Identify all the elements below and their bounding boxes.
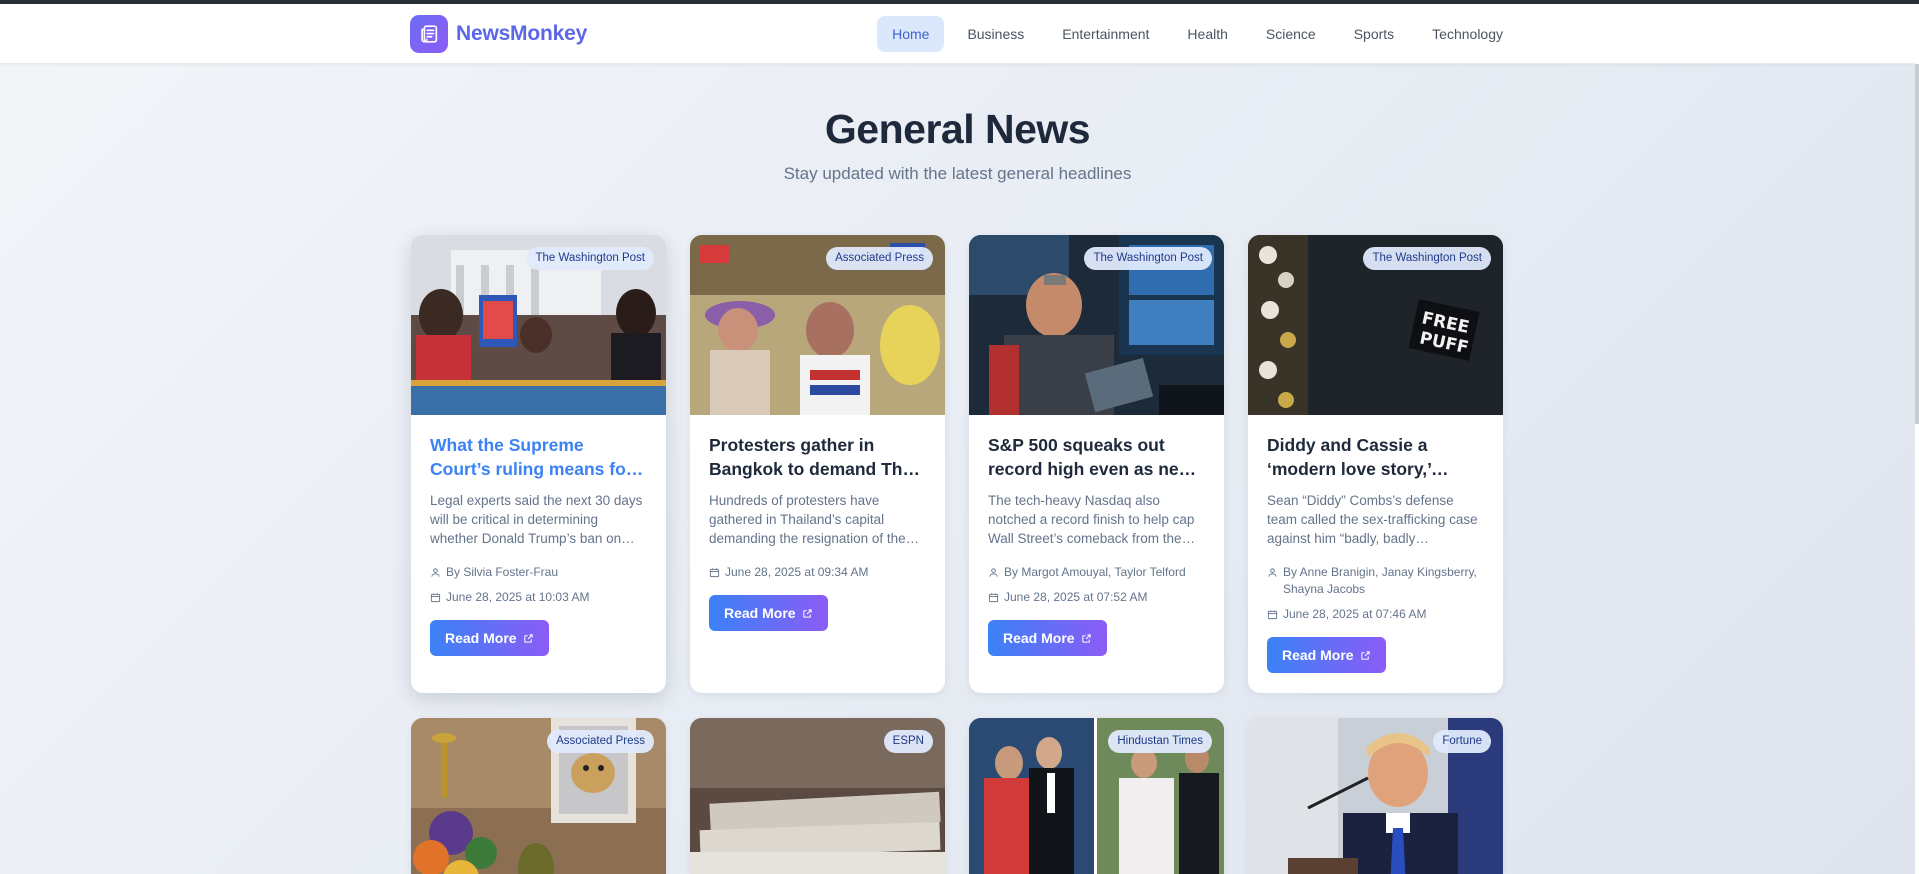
- brand-name: NewsMonkey: [456, 22, 588, 45]
- read-more-label: Read More: [445, 630, 517, 646]
- card-title[interactable]: Diddy and Cassie a ‘modern love story,’ …: [1267, 433, 1484, 481]
- date-text: June 28, 2025 at 07:52 AM: [1004, 590, 1148, 604]
- source-badge: ESPN: [883, 730, 933, 753]
- author-text: By Margot Amouyal, Taylor Telford: [1004, 565, 1186, 579]
- date-text: June 28, 2025 at 09:34 AM: [725, 565, 869, 579]
- external-link-icon: [523, 633, 533, 643]
- card-title[interactable]: Protesters gather in Bangkok to demand T…: [709, 433, 926, 481]
- nav-home[interactable]: Home: [877, 16, 945, 52]
- card-title[interactable]: S&P 500 squeaks out record high even as …: [988, 433, 1205, 481]
- read-more-button[interactable]: Read More: [709, 595, 828, 631]
- card-title[interactable]: What the Supreme Court’s ruling means fo…: [430, 433, 647, 481]
- news-card: Fortune: [1248, 718, 1503, 874]
- nav-science[interactable]: Science: [1251, 16, 1331, 52]
- source-badge: Hindustan Times: [1108, 730, 1212, 753]
- news-card: Associated Press Protesters gather in Ba…: [690, 235, 945, 693]
- calendar-icon: [430, 593, 441, 603]
- nav-entertainment[interactable]: Entertainment: [1047, 16, 1164, 52]
- read-more-label: Read More: [724, 605, 796, 621]
- author-text: By Anne Branigin, Janay Kingsberry, Shay…: [1283, 565, 1477, 596]
- card-description: Sean “Diddy” Combs’s defense team called…: [1267, 493, 1478, 546]
- card-author: By Margot Amouyal, Taylor Telford: [988, 564, 1205, 581]
- source-badge: Associated Press: [547, 730, 654, 753]
- user-icon: [989, 568, 998, 577]
- date-text: June 28, 2025 at 10:03 AM: [446, 590, 590, 604]
- card-description: Hundreds of protesters have gathered in …: [709, 493, 906, 546]
- read-more-button[interactable]: Read More: [1267, 637, 1386, 673]
- brand[interactable]: NewsMonkey: [410, 15, 587, 53]
- source-badge: Associated Press: [826, 247, 933, 270]
- news-card: Associated Press: [411, 718, 666, 874]
- card-description: Legal experts said the next 30 days will…: [430, 493, 643, 546]
- newspaper-icon: [410, 15, 448, 53]
- main-nav: Home Business Entertainment Health Scien…: [877, 16, 1518, 52]
- page-title: General News: [824, 106, 1091, 152]
- page-subtitle: Stay updated with the latest general hea…: [783, 164, 1132, 183]
- card-date: June 28, 2025 at 10:03 AM: [430, 589, 647, 606]
- external-link-icon: [1360, 650, 1370, 660]
- card-author: By Anne Branigin, Janay Kingsberry, Shay…: [1267, 564, 1484, 598]
- scrollbar-thumb[interactable]: [1915, 64, 1919, 424]
- nav-technology[interactable]: Technology: [1417, 16, 1518, 52]
- read-more-button[interactable]: Read More: [430, 620, 549, 656]
- article-image[interactable]: FREE PUFF The Washington Post: [1248, 235, 1503, 415]
- news-card: ESPN: [690, 718, 945, 874]
- source-badge: The Washington Post: [526, 247, 654, 270]
- external-link-icon: [802, 608, 812, 618]
- source-badge: The Washington Post: [1084, 247, 1212, 270]
- card-date: June 28, 2025 at 07:46 AM: [1267, 606, 1484, 623]
- nav-sports[interactable]: Sports: [1339, 16, 1409, 52]
- article-image[interactable]: Associated Press: [690, 235, 945, 415]
- author-text: By Silvia Foster-Frau: [446, 565, 559, 579]
- nav-health[interactable]: Health: [1172, 16, 1242, 52]
- read-more-button[interactable]: Read More: [988, 620, 1107, 656]
- user-icon: [1268, 568, 1277, 577]
- article-image[interactable]: The Washington Post: [969, 235, 1224, 415]
- news-card: The Washington Post What the Supreme Cou…: [411, 235, 666, 693]
- user-icon: [431, 568, 440, 577]
- article-image[interactable]: Hindustan Times: [969, 718, 1224, 874]
- read-more-label: Read More: [1282, 647, 1354, 663]
- calendar-icon: [709, 568, 720, 578]
- source-badge: The Washington Post: [1363, 247, 1491, 270]
- nav-business[interactable]: Business: [952, 16, 1039, 52]
- card-date: June 28, 2025 at 09:34 AM: [709, 564, 926, 581]
- article-image[interactable]: Fortune: [1248, 718, 1503, 874]
- card-date: June 28, 2025 at 07:52 AM: [988, 589, 1205, 606]
- news-card: The Washington Post S&P 500 squeaks out …: [969, 235, 1224, 693]
- card-author: By Silvia Foster-Frau: [430, 564, 647, 581]
- article-image[interactable]: ESPN: [690, 718, 945, 874]
- calendar-icon: [988, 593, 999, 603]
- article-image[interactable]: Associated Press: [411, 718, 666, 874]
- card-description: The tech-heavy Nasdaq also notched a rec…: [988, 493, 1195, 546]
- date-text: June 28, 2025 at 07:46 AM: [1283, 607, 1427, 621]
- read-more-label: Read More: [1003, 630, 1075, 646]
- source-badge: Fortune: [1433, 730, 1491, 753]
- navbar: NewsMonkey Home Business Entertainment H…: [0, 4, 1915, 64]
- article-image[interactable]: The Washington Post: [411, 235, 666, 415]
- news-card: Hindustan Times: [969, 718, 1224, 874]
- news-card: FREE PUFF The Washington Post Diddy and …: [1248, 235, 1503, 693]
- external-link-icon: [1081, 633, 1091, 643]
- calendar-icon: [1267, 610, 1278, 620]
